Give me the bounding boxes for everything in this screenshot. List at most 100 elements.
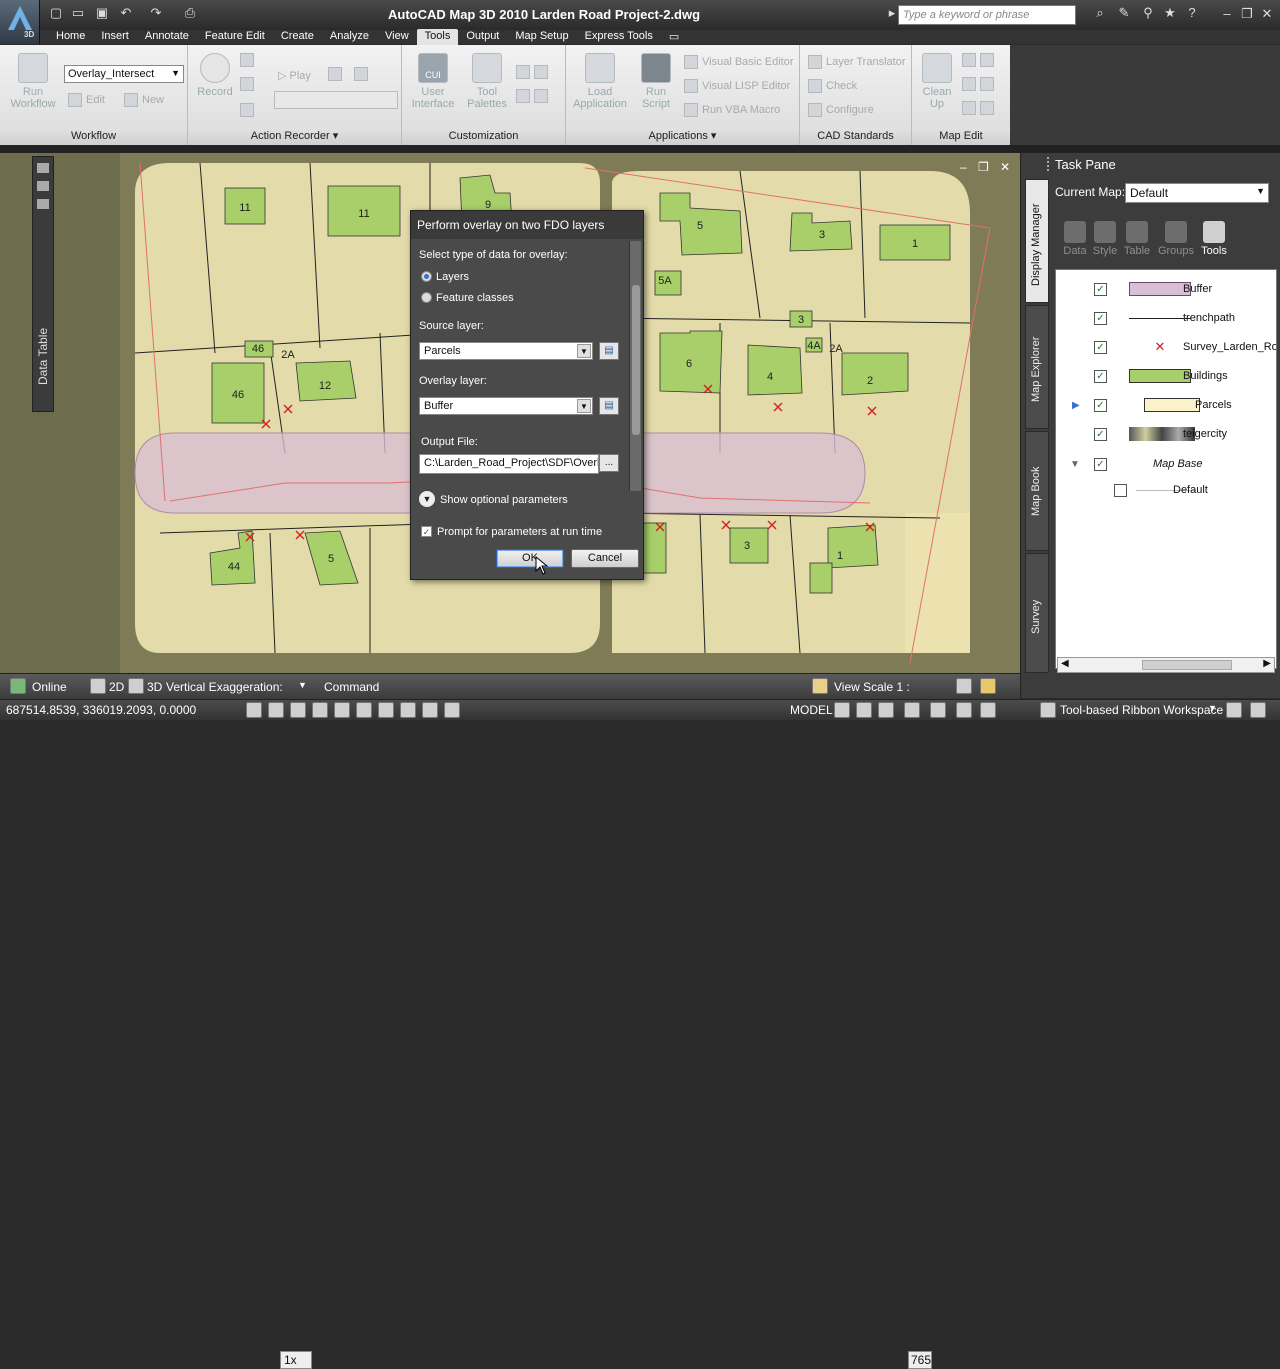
configure-button[interactable]: Configure [808, 103, 874, 117]
warning-icon[interactable] [812, 678, 828, 694]
3d-icon[interactable] [128, 678, 144, 694]
clean-up-button[interactable]: Clean Up [916, 53, 958, 110]
search-binoculars-icon[interactable]: ⌕ [1092, 5, 1108, 21]
source-layer-select[interactable]: Parcels ▼ [419, 342, 593, 360]
table-tool[interactable]: Table [1117, 221, 1157, 257]
chevron-down-icon[interactable]: ▼ [577, 399, 591, 413]
online-status[interactable]: Online [32, 680, 67, 694]
current-map-select[interactable]: Default [1125, 183, 1269, 203]
save-icon[interactable]: ▣ [94, 5, 110, 21]
view-scale-input[interactable]: 765 [908, 1351, 932, 1369]
map-restore-icon[interactable]: ❐ [978, 160, 989, 174]
tab-map-explorer[interactable]: Map Explorer [1025, 305, 1049, 429]
showmotion-icon[interactable] [980, 702, 996, 718]
toolbar-lock-icon[interactable] [1226, 702, 1242, 718]
tab-survey[interactable]: Survey [1025, 553, 1049, 673]
workspace-gear-icon[interactable] [1040, 702, 1056, 718]
osnap-icon[interactable] [334, 702, 350, 718]
layer-checkbox[interactable]: ✓ [1094, 283, 1107, 296]
chevron-down-icon[interactable]: ▼ [577, 344, 591, 358]
dyn-icon[interactable] [400, 702, 416, 718]
ribbon-minimize-icon[interactable]: ▭ [661, 29, 687, 45]
action-recorder-panel-label[interactable]: Action Recorder ▾ [188, 127, 401, 145]
pan-icon[interactable] [904, 702, 920, 718]
subscription-icon[interactable]: ✎ [1116, 5, 1132, 21]
favorites-star-icon[interactable]: ★ [1162, 5, 1178, 21]
search-input[interactable]: Type a keyword or phrase [898, 5, 1076, 25]
quick-properties-icon[interactable] [444, 702, 460, 718]
polar-icon[interactable] [312, 702, 328, 718]
tab-annotate[interactable]: Annotate [137, 29, 197, 45]
layer-row-survey[interactable]: ✓ ✕ Survey_Larden_Road [1056, 334, 1276, 362]
close-icon[interactable]: ✕ [1258, 6, 1276, 22]
palette-autohide-icon[interactable] [37, 181, 49, 191]
lock-icon[interactable] [956, 678, 972, 694]
layer-checkbox[interactable]: ✓ [1094, 312, 1107, 325]
radio-layers[interactable] [421, 271, 432, 282]
dialog-scrollbar[interactable] [629, 241, 641, 491]
tab-map-book[interactable]: Map Book [1025, 431, 1049, 551]
undo-icon[interactable]: ↶ [118, 5, 134, 21]
layer-checkbox[interactable]: ✓ [1094, 399, 1107, 412]
message-icon[interactable] [240, 53, 254, 67]
collapse-arrow-icon[interactable]: ▼ [1070, 459, 1080, 470]
model-space-toggle[interactable]: MODEL [790, 703, 833, 717]
tab-analyze[interactable]: Analyze [322, 29, 377, 45]
cancel-button[interactable]: Cancel [571, 549, 639, 568]
application-menu-button[interactable]: 3D [0, 0, 40, 44]
manage-macros-button[interactable] [354, 67, 372, 81]
expand-chevron-icon[interactable]: ▼ [419, 491, 435, 507]
groups-tool[interactable]: Groups [1156, 221, 1196, 257]
layer-row-teigercity[interactable]: ✓ teigercity [1056, 421, 1276, 449]
workflow-edit-button[interactable]: Edit [68, 93, 105, 107]
tab-display-manager[interactable]: Display Manager [1025, 179, 1049, 303]
tab-output[interactable]: Output [458, 29, 507, 45]
workflow-select[interactable]: Overlay_Intersect [64, 65, 184, 83]
layer-checkbox[interactable] [1114, 484, 1127, 497]
radio-feature-classes[interactable] [421, 292, 432, 303]
scroll-left-icon[interactable]: ◀ [1061, 658, 1069, 669]
restore-icon[interactable]: ❐ [1238, 6, 1256, 22]
redo-icon[interactable]: ↷ [148, 5, 164, 21]
ducs-icon[interactable] [378, 702, 394, 718]
workflow-new-button[interactable]: New [124, 93, 164, 107]
workspace-switcher[interactable]: Tool-based Ribbon Workspace [1060, 703, 1223, 717]
tab-create[interactable]: Create [273, 29, 322, 45]
communication-icon[interactable]: ⚲ [1140, 5, 1156, 21]
lineweight-icon[interactable] [422, 702, 438, 718]
vertical-exaggeration-select[interactable]: 1x [280, 1351, 312, 1369]
run-script-button[interactable]: Run Script [632, 53, 680, 110]
map-edit-small-btn-3[interactable] [962, 101, 998, 115]
data-table-palette[interactable]: Data Table [32, 156, 54, 412]
quick-view-layouts-icon[interactable] [856, 702, 872, 718]
layer-translator-button[interactable]: Layer Translator [808, 55, 905, 69]
open-icon[interactable]: ▭ [70, 5, 86, 21]
grid-icon[interactable] [268, 702, 284, 718]
tab-map-setup[interactable]: Map Setup [507, 29, 576, 45]
command-line-label[interactable]: Command [324, 680, 379, 694]
tab-home[interactable]: Home [48, 29, 93, 45]
tab-tools[interactable]: Tools [416, 29, 459, 45]
map-minimize-icon[interactable]: – [960, 160, 967, 174]
layer-row-buffer[interactable]: ✓ Buffer [1056, 276, 1276, 304]
ok-button[interactable]: OK [496, 549, 564, 568]
task-pane-grip[interactable] [1047, 157, 1051, 171]
dialog-scrollbar-thumb[interactable] [632, 285, 640, 435]
overlay-layer-browse-button[interactable]: ▤ [599, 397, 619, 415]
clean-screen-icon[interactable] [1250, 702, 1266, 718]
request-input-button[interactable] [240, 77, 258, 91]
layer-row-default[interactable]: Default [1056, 477, 1276, 505]
customization-small-btn-2[interactable] [516, 89, 552, 103]
steering-wheel-icon[interactable] [956, 702, 972, 718]
minimize-icon[interactable]: – [1218, 6, 1236, 22]
prompt-checkbox[interactable]: ✓ [421, 526, 432, 537]
coordinate-readout[interactable]: 687514.8539, 336019.2093, 0.0000 [6, 703, 196, 717]
quick-view-drawings-icon[interactable] [878, 702, 894, 718]
tool-palettes-button[interactable]: Tool Palettes [462, 53, 512, 110]
layer-row-parcels[interactable]: ▶ ✓ Parcels [1056, 392, 1276, 420]
layer-checkbox[interactable]: ✓ [1094, 341, 1107, 354]
help-icon[interactable]: ? [1184, 5, 1200, 21]
layer-row-map-base[interactable]: ▼ ✓ Map Base [1056, 451, 1276, 479]
scroll-right-icon[interactable]: ▶ [1263, 658, 1271, 669]
visual-lisp-editor-button[interactable]: Visual LISP Editor [684, 79, 790, 93]
